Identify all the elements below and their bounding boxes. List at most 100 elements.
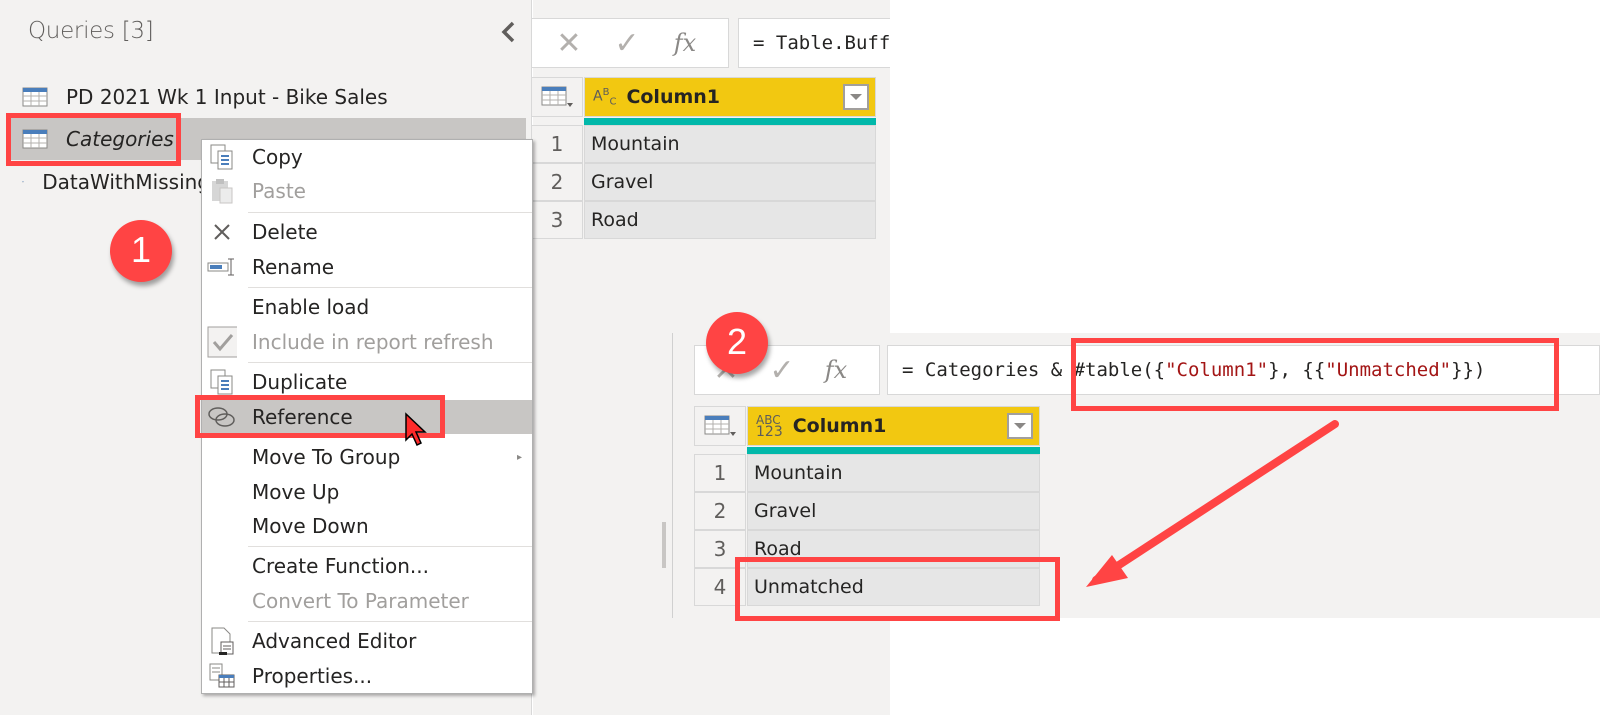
menu-label: Include in report refresh [252, 330, 494, 354]
menu-item-enable-load[interactable]: Enable load [202, 290, 532, 324]
column-header[interactable]: ABC Column1 [584, 77, 876, 117]
column-filter-dropdown[interactable] [843, 84, 869, 110]
mouse-cursor-icon [405, 412, 427, 447]
row-number: 2 [531, 163, 583, 201]
table-cell[interactable]: Road [747, 530, 1040, 568]
menu-label: Duplicate [252, 370, 348, 394]
menu-item-duplicate[interactable]: Duplicate [202, 365, 532, 399]
menu-item-copy[interactable]: Copy [202, 140, 532, 174]
collapse-pane-button[interactable] [498, 18, 520, 46]
query-label: PD 2021 Wk 1 Input - Bike Sales [66, 85, 388, 109]
menu-item-advanced-editor[interactable]: Advanced Editor [202, 624, 532, 658]
row-number: 3 [694, 530, 746, 568]
annotation-arrow [1086, 420, 1339, 587]
properties-icon [207, 661, 237, 691]
fx-icon[interactable]: fx [660, 29, 710, 57]
type-icon-bottom: 123 [756, 424, 783, 440]
menu-item-move-to-group[interactable]: Move To Group ▸ [202, 440, 532, 474]
menu-label: Convert To Parameter [252, 589, 469, 613]
row-number: 2 [694, 492, 746, 530]
table-icon [704, 415, 736, 436]
any-type-icon[interactable]: ABC 123 [756, 414, 783, 440]
formula-bar-2[interactable]: = Categories & #table({"Column1"}, {{"Un… [887, 345, 1600, 395]
menu-item-properties[interactable]: Properties... [202, 659, 532, 693]
menu-item-delete[interactable]: Delete [202, 215, 532, 249]
table-menu-button[interactable] [531, 77, 583, 117]
menu-item-reference[interactable]: Reference [202, 400, 532, 434]
menu-separator [248, 287, 532, 288]
menu-item-create-function[interactable]: Create Function... [202, 549, 532, 583]
delete-x-icon [207, 217, 237, 247]
duplicate-icon [207, 367, 237, 397]
column-quality-bar [747, 447, 1040, 454]
column-filter-dropdown[interactable] [1007, 413, 1033, 439]
row-number: 1 [531, 125, 583, 163]
table-icon [22, 87, 48, 107]
column-header[interactable]: ABC 123 Column1 [747, 406, 1040, 446]
menu-item-rename[interactable]: Rename [202, 250, 532, 284]
splitter-handle[interactable] [662, 522, 666, 568]
table-cell[interactable]: Gravel [584, 163, 876, 201]
table-cell[interactable]: Unmatched [747, 568, 1040, 606]
query-label: DataWithMissing [42, 170, 210, 194]
queries-title: Queries [3] [28, 18, 154, 44]
table-icon [22, 129, 48, 149]
menu-label: Enable load [252, 295, 370, 319]
formula-part: }, {{ [1268, 359, 1326, 381]
menu-label: Copy [252, 145, 303, 169]
column-quality-bar [584, 118, 876, 125]
menu-separator [248, 362, 532, 363]
table-cell[interactable]: Mountain [584, 125, 876, 163]
menu-separator [248, 621, 532, 622]
menu-label: Properties... [252, 664, 373, 688]
menu-label: Move Up [252, 480, 340, 504]
menu-item-move-down[interactable]: Move Down [202, 509, 532, 543]
table-icon [541, 86, 573, 107]
formula-part: & #table({ [1050, 359, 1166, 381]
formula-prefix: = Categories [902, 359, 1051, 381]
cancel-icon[interactable]: ✕ [544, 26, 594, 61]
menu-separator [248, 212, 532, 213]
table-icon [22, 181, 25, 183]
menu-label: Paste [252, 179, 306, 203]
copy-icon [207, 142, 237, 172]
menu-label: Rename [252, 255, 335, 279]
paste-icon [207, 176, 237, 206]
formula-string: "Column1" [1165, 359, 1269, 381]
menu-label: Create Function... [252, 554, 429, 578]
menu-label: Move To Group [252, 445, 401, 469]
menu-item-move-up[interactable]: Move Up [202, 475, 532, 509]
row-number: 3 [531, 201, 583, 239]
menu-separator [248, 546, 532, 547]
step-badge-1: 1 [110, 220, 172, 282]
menu-item-paste[interactable]: Paste [202, 174, 532, 208]
query-item[interactable]: PD 2021 Wk 1 Input - Bike Sales [10, 76, 526, 118]
table-cell[interactable]: Gravel [747, 492, 1040, 530]
menu-item-convert-to-parameter[interactable]: Convert To Parameter [202, 584, 532, 618]
advanced-editor-icon [207, 626, 237, 656]
menu-label: Advanced Editor [252, 629, 417, 653]
commit-icon[interactable]: ✓ [602, 26, 652, 61]
text-type-icon[interactable]: ABC [593, 87, 616, 107]
reference-icon [207, 402, 237, 432]
context-menu: Copy Paste Delete Rename Enable load Inc… [201, 139, 533, 694]
commit-icon[interactable]: ✓ [757, 353, 807, 388]
formula-string: "Unmatched" [1325, 359, 1452, 381]
formula-buttons-1: ✕ ✓ fx [531, 18, 729, 68]
column-label: Column1 [626, 86, 721, 108]
fx-icon[interactable]: fx [811, 356, 861, 384]
table-cell[interactable]: Road [584, 201, 876, 239]
menu-item-include-in-refresh[interactable]: Include in report refresh [202, 325, 532, 359]
blank-area [890, 0, 1600, 333]
checkbox-checked-icon [207, 326, 237, 358]
table-cell[interactable]: Mountain [747, 454, 1040, 492]
submenu-arrow-icon: ▸ [516, 451, 522, 463]
column-label: Column1 [792, 415, 887, 437]
table-menu-button[interactable] [694, 406, 746, 446]
step-badge-2: 2 [706, 312, 768, 374]
row-number: 1 [694, 454, 746, 492]
formula-bar-1[interactable]: = Table.Buff [738, 18, 908, 68]
pane-divider [672, 333, 673, 618]
query-item[interactable]: DataWithMissing [10, 161, 210, 203]
menu-label: Reference [252, 405, 353, 429]
